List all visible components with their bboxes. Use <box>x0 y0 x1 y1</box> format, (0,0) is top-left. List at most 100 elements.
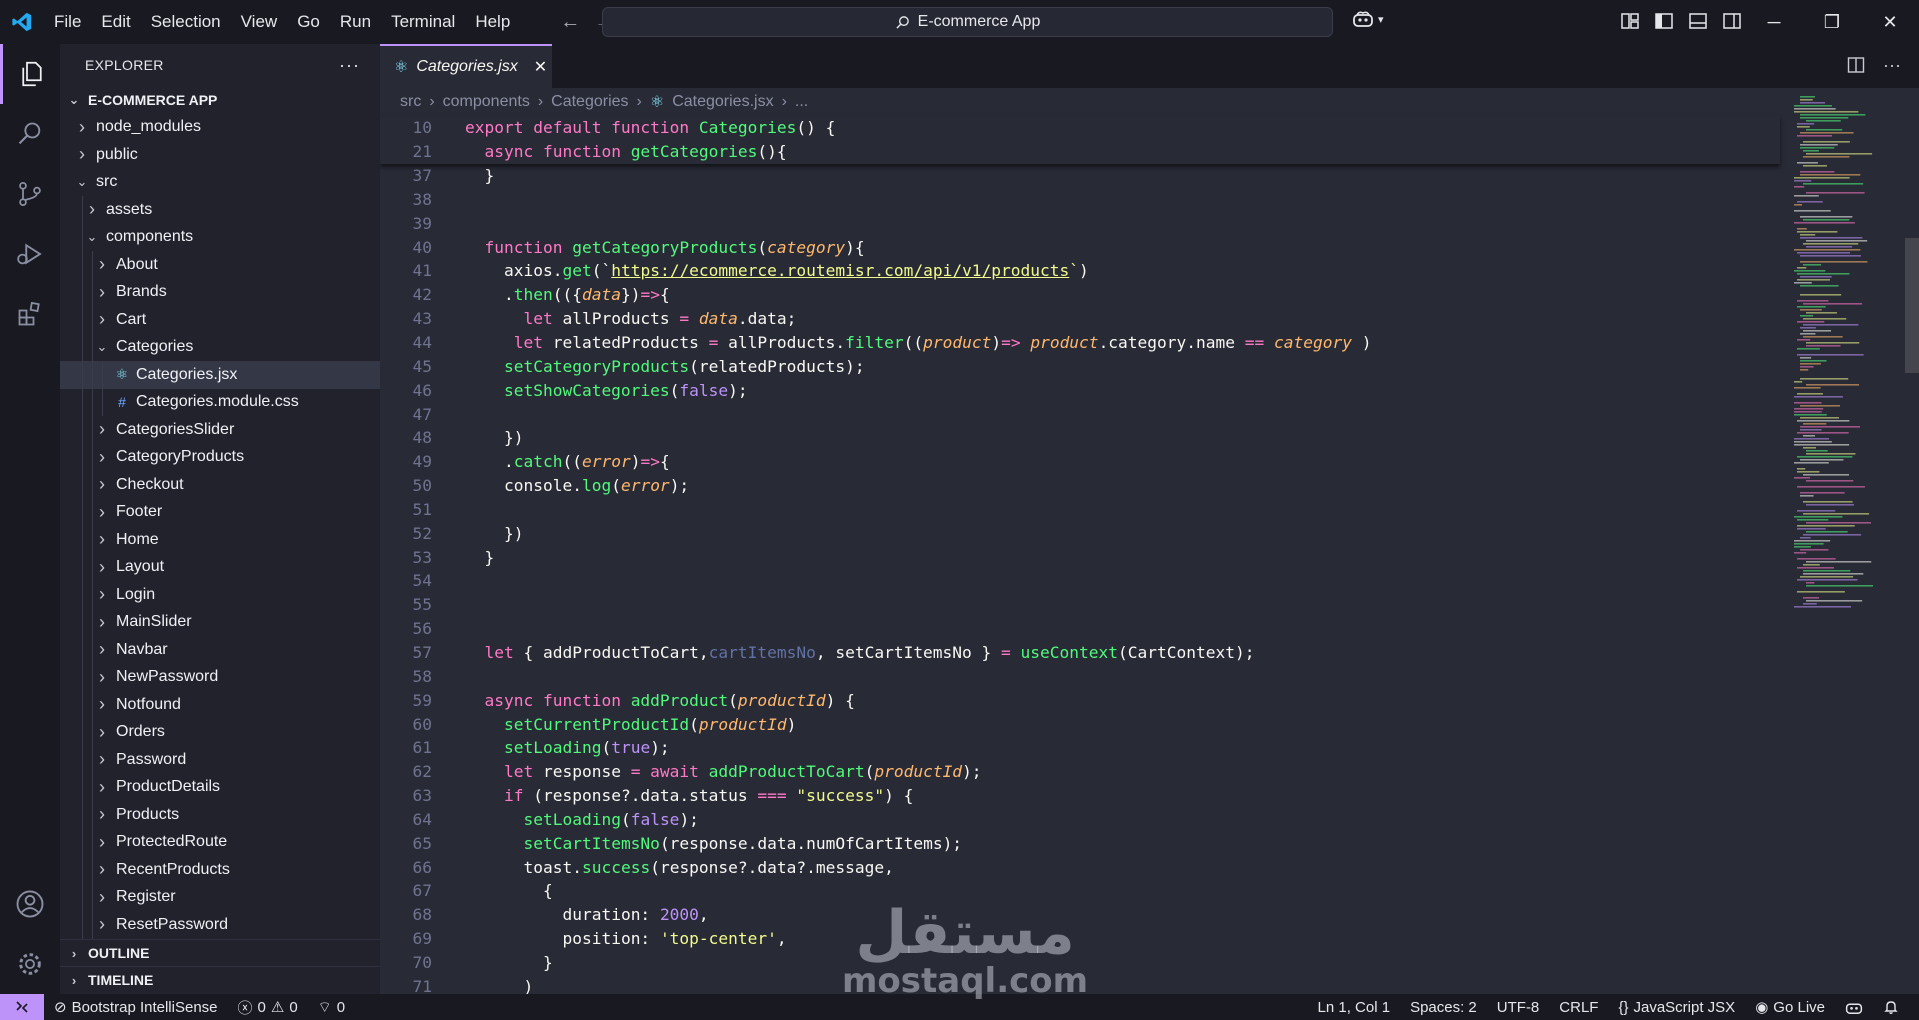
tree-folder[interactable]: ⌄ Categories <box>60 334 380 362</box>
account-icon[interactable] <box>0 874 60 934</box>
copilot-status-icon[interactable] <box>1835 1000 1873 1015</box>
minimap-line <box>1797 252 1851 254</box>
indent-guide <box>82 196 83 939</box>
tree-file[interactable]: ⚛ Categories.jsx <box>60 361 380 389</box>
chevron-down-icon: ⌄ <box>68 91 80 107</box>
line-number: 61 <box>412 738 433 758</box>
tree-folder[interactable]: › Login <box>60 581 380 609</box>
tree-folder[interactable]: › Brands <box>60 279 380 307</box>
go-live-button[interactable]: ◉ Go Live <box>1745 998 1835 1017</box>
tree-folder[interactable]: › Register <box>60 884 380 912</box>
menu-go[interactable]: Go <box>287 0 330 44</box>
run-debug-icon[interactable] <box>0 224 60 284</box>
tree-folder[interactable]: ⌄ components <box>60 224 380 252</box>
tab-categories-jsx[interactable]: ⚛ Categories.jsx ✕ <box>380 44 552 88</box>
toggle-panel-icon[interactable] <box>1688 11 1708 31</box>
tree-folder[interactable]: › Navbar <box>60 636 380 664</box>
bootstrap-intellisense[interactable]: ⊘ Bootstrap IntelliSense <box>44 998 228 1017</box>
code-line: 55 <box>380 593 1780 617</box>
menu-help[interactable]: Help <box>465 0 520 44</box>
ports-indicator[interactable]: ⌔ 0 <box>308 998 355 1017</box>
menu-view[interactable]: View <box>231 0 288 44</box>
menu-edit[interactable]: Edit <box>91 0 140 44</box>
end-of-line[interactable]: CRLF <box>1549 999 1608 1016</box>
close-window-icon[interactable]: ✕ <box>1861 0 1919 44</box>
toggle-secondary-sidebar-icon[interactable] <box>1722 11 1742 31</box>
breadcrumb-separator-icon: › <box>636 93 642 110</box>
customize-layout-icon[interactable] <box>1620 11 1640 31</box>
indentation[interactable]: Spaces: 2 <box>1400 999 1487 1016</box>
settings-gear-icon[interactable] <box>0 934 60 994</box>
code-token: filter <box>845 333 904 353</box>
watermark: مستقل mostaql.com <box>842 902 1088 998</box>
tree-folder[interactable]: › Notfound <box>60 691 380 719</box>
tree-folder[interactable]: › CategoryProducts <box>60 444 380 472</box>
minimap[interactable] <box>1790 88 1910 994</box>
minimap-line <box>1803 330 1832 332</box>
problems-indicator[interactable]: ⓧ 0 ⚠ 0 <box>228 997 308 1018</box>
tree-folder[interactable]: › Cart <box>60 306 380 334</box>
tree-folder[interactable]: › MainSlider <box>60 609 380 637</box>
tree-folder[interactable]: › CategoriesSlider <box>60 416 380 444</box>
explorer-icon[interactable] <box>0 44 60 104</box>
code-token: ); <box>650 738 670 758</box>
tree-folder[interactable]: › Checkout <box>60 471 380 499</box>
extensions-icon[interactable] <box>0 284 60 344</box>
minimize-icon[interactable]: ─ <box>1745 0 1803 44</box>
code-editor[interactable]: src › components › Categories › ⚛ Categories.js… <box>380 88 1919 994</box>
tree-folder[interactable]: › public <box>60 141 380 169</box>
split-editor-icon[interactable] <box>1847 56 1865 74</box>
code-token: get <box>562 261 592 281</box>
menu-terminal[interactable]: Terminal <box>381 0 465 44</box>
tree-folder[interactable]: › NewPassword <box>60 664 380 692</box>
tree-folder[interactable]: › Footer <box>60 499 380 527</box>
breadcrumb-item[interactable]: components <box>443 93 530 111</box>
command-center-search[interactable]: E-commerce App <box>602 7 1333 37</box>
more-actions-icon[interactable]: ··· <box>339 55 360 76</box>
tree-folder[interactable]: › Password <box>60 746 380 774</box>
tree-folder[interactable]: › ProtectedRoute <box>60 829 380 857</box>
tree-folder[interactable]: ⌄ src <box>60 169 380 197</box>
minimap-line <box>1803 474 1850 476</box>
tree-folder[interactable]: › assets <box>60 196 380 224</box>
tree-folder[interactable]: › Products <box>60 801 380 829</box>
line-number: 50 <box>412 476 433 496</box>
tree-item-label: Products <box>116 805 180 823</box>
tree-folder[interactable]: › Orders <box>60 719 380 747</box>
close-tab-icon[interactable]: ✕ <box>534 57 547 77</box>
tree-folder[interactable]: › node_modules <box>60 114 380 142</box>
notifications-bell-icon[interactable] <box>1873 999 1909 1015</box>
tree-folder[interactable]: › ResetPassword <box>60 911 380 939</box>
editor-scrollbar[interactable] <box>1905 238 1919 373</box>
tree-folder[interactable]: › ProductDetails <box>60 774 380 802</box>
code-token: ( <box>669 380 680 400</box>
copilot-menu[interactable]: ▾ <box>1352 10 1384 28</box>
encoding[interactable]: UTF-8 <box>1487 999 1550 1016</box>
timeline-section[interactable]: › TIMELINE <box>60 966 380 993</box>
tree-item-label: Layout <box>116 558 165 576</box>
menu-selection[interactable]: Selection <box>141 0 231 44</box>
restore-icon[interactable]: ❐ <box>1803 0 1861 44</box>
remote-indicator-icon[interactable] <box>0 994 44 1020</box>
tree-folder[interactable]: › RecentProducts <box>60 856 380 884</box>
menu-run[interactable]: Run <box>330 0 381 44</box>
menu-file[interactable]: File <box>44 0 91 44</box>
language-mode[interactable]: {} JavaScript JSX <box>1608 999 1745 1016</box>
back-arrow-icon[interactable]: ← <box>560 11 580 34</box>
cursor-position[interactable]: Ln 1, Col 1 <box>1308 999 1401 1016</box>
tree-file[interactable]: # Categories.module.css <box>60 389 380 417</box>
breadcrumb-item[interactable]: Categories.jsx <box>672 93 773 111</box>
more-actions-icon[interactable]: ··· <box>1883 56 1901 74</box>
breadcrumb-item[interactable]: src <box>400 93 421 111</box>
tree-folder[interactable]: › Home <box>60 526 380 554</box>
code-token: ) <box>630 452 641 472</box>
tree-folder[interactable]: › About <box>60 251 380 279</box>
breadcrumb-item[interactable]: Categories <box>551 93 628 111</box>
workspace-root[interactable]: ⌄ E-COMMERCE APP <box>60 86 380 114</box>
breadcrumb-item[interactable]: ... <box>795 93 808 111</box>
tree-folder[interactable]: › Layout <box>60 554 380 582</box>
toggle-primary-sidebar-icon[interactable] <box>1654 11 1674 31</box>
search-icon[interactable] <box>0 104 60 164</box>
outline-section[interactable]: › OUTLINE <box>60 939 380 966</box>
source-control-icon[interactable] <box>0 164 60 224</box>
